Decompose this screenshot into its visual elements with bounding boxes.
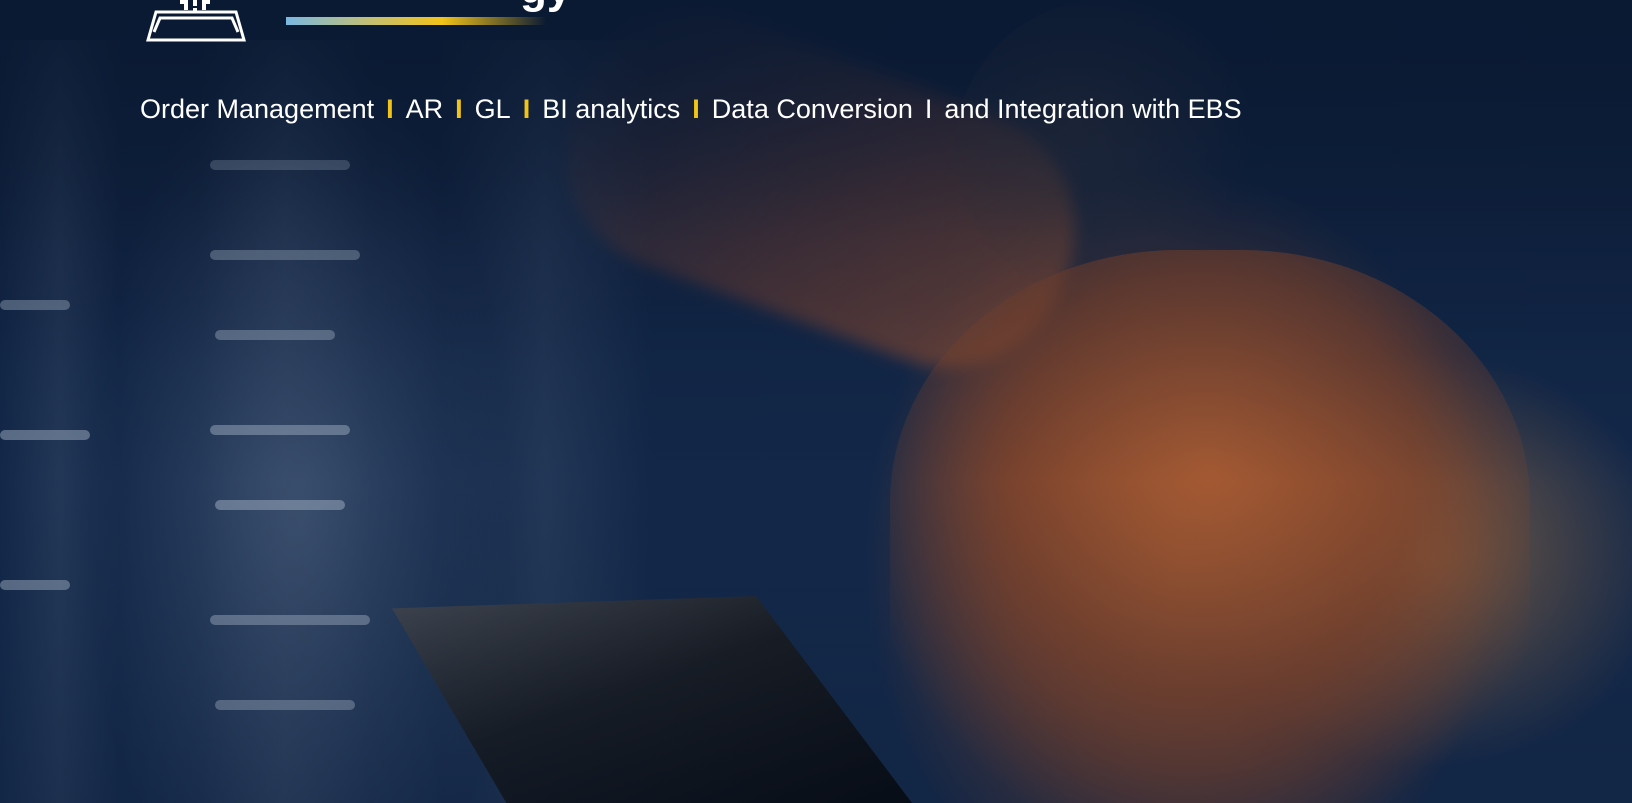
tagline-separator: I: [522, 94, 531, 124]
services-tagline: Order Management I AR I GL I BI analytic…: [140, 94, 1242, 125]
server-rack-cables: [200, 40, 370, 803]
building-columns-icon: [146, 0, 246, 42]
cable-bundle: [210, 250, 360, 260]
tagline-item-integration: and Integration with EBS: [944, 94, 1242, 124]
tagline-item-gl: GL: [474, 94, 511, 124]
cable-bundle: [210, 160, 350, 170]
tagline-separator: I: [455, 94, 463, 124]
server-rack-left: [0, 40, 120, 803]
tagline-item-data-conversion: Data Conversion: [711, 94, 913, 124]
cable-bundle: [210, 425, 350, 435]
person-sweater: [890, 250, 1530, 803]
cable-bundle: [0, 300, 70, 310]
tagline-item-ar: AR: [405, 94, 444, 124]
tagline-item-order-management: Order Management: [140, 94, 375, 124]
tagline-separator: I: [692, 94, 700, 124]
cable-bundle: [0, 580, 70, 590]
tagline-separator: I: [386, 94, 394, 124]
page-title-fragment: gy: [520, 0, 571, 14]
cable-bundle: [0, 430, 90, 440]
cable-bundle: [215, 500, 345, 510]
cable-bundle: [210, 615, 370, 625]
cable-bundle: [215, 330, 335, 340]
hero-banner: gy Order Management I AR I GL I BI analy…: [0, 0, 1632, 803]
cable-bundle: [215, 700, 355, 710]
accent-divider: [286, 17, 546, 25]
tagline-separator: I: [924, 94, 933, 124]
tagline-item-bi-analytics: BI analytics: [542, 94, 681, 124]
